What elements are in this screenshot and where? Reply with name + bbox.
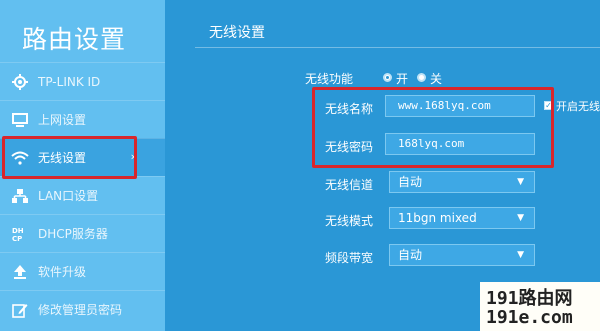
sidebar-item-wireless[interactable]: 无线设置 › [0,138,165,176]
gear-icon [10,72,30,92]
mode-value: 11bgn mixed [398,211,477,225]
sidebar-item-internet[interactable]: 上网设置 [0,100,165,138]
page-title: 无线设置 [209,25,265,41]
sidebar-item-upgrade[interactable]: 软件升级 [0,252,165,290]
bandwidth-label: 频段带宽 [325,251,374,265]
bandwidth-value: 自动 [398,248,423,262]
watermark: 191路由网 191e.com [480,282,600,331]
wireless-function-label: 无线功能 [305,72,354,86]
sidebar-item-label: 软件升级 [38,265,87,279]
sidebar-item-lan[interactable]: LAN口设置 [0,176,165,214]
upload-icon [10,262,30,282]
mode-select[interactable]: 11bgn mixed ▼ [389,207,535,229]
svg-text:DH: DH [12,227,24,235]
hide-ssid-checkbox[interactable]: ✓ [544,101,553,110]
svg-text:CP: CP [12,235,22,242]
sidebar-item-label: 无线设置 [38,151,87,165]
mode-label: 无线模式 [325,214,374,228]
chevron-down-icon: ▼ [517,250,524,260]
sidebar-item-tplink-id[interactable]: TP-LINK ID [0,62,165,100]
chevron-down-icon: ▼ [517,213,524,223]
wireless-on-label: 开 [396,72,409,86]
wireless-on-radio[interactable] [383,73,392,82]
watermark-line2: 191e.com [486,307,573,328]
sidebar-item-label: LAN口设置 [38,189,99,203]
wifi-icon [10,148,30,168]
sidebar: 路由设置 TP-LINK ID 上网设置 无线设置 › LAN口设置 DH CP … [0,0,165,331]
monitor-icon [10,110,30,130]
sidebar-item-label: DHCP服务器 [38,227,108,241]
edit-icon [10,300,30,320]
password-input[interactable]: 168lyq.com [385,133,535,155]
chevron-right-icon: › [130,150,135,163]
dhcp-icon: DH CP [10,224,30,244]
wireless-off-label: 关 [430,72,443,86]
bandwidth-select[interactable]: 自动 ▼ [389,244,535,266]
channel-label: 无线信道 [325,178,374,192]
sidebar-item-label: 上网设置 [38,113,87,127]
sidebar-item-label: TP-LINK ID [38,74,101,89]
wireless-off-radio[interactable] [417,73,426,82]
sidebar-item-label: 修改管理员密码 [38,303,123,317]
hide-ssid-label: 开启无线 [556,100,600,113]
sidebar-title: 路由设置 [22,25,127,54]
ssid-input[interactable]: www.168lyq.com [385,95,535,117]
sidebar-item-admin-password[interactable]: 修改管理员密码 [0,290,165,328]
channel-select[interactable]: 自动 ▼ [389,171,535,193]
sidebar-item-dhcp[interactable]: DH CP DHCP服务器 [0,214,165,252]
channel-value: 自动 [398,175,423,189]
divider [195,47,600,48]
network-icon [10,186,30,206]
chevron-down-icon: ▼ [517,177,524,187]
